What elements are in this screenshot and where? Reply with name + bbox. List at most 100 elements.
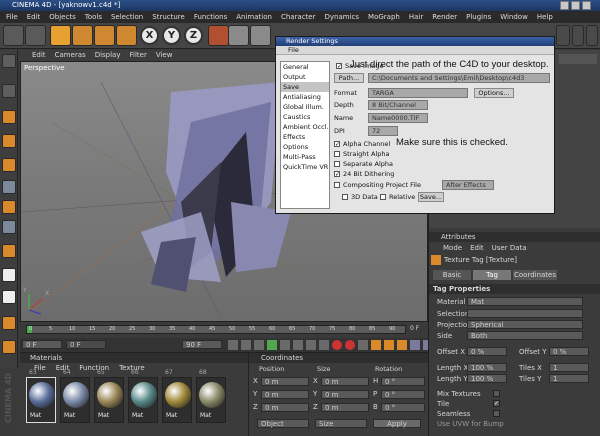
previous-frame-icon[interactable] — [254, 340, 264, 350]
save-button[interactable]: Save... — [418, 192, 444, 202]
axis-mode-icon[interactable] — [2, 180, 16, 194]
attributes-menu-edit[interactable]: Edit — [470, 243, 484, 253]
name-select[interactable]: Name0000.TIF — [368, 113, 428, 123]
go-to-end-icon[interactable] — [306, 340, 316, 350]
compositing-app-select[interactable]: After Effects — [442, 180, 494, 190]
go-to-start-icon[interactable] — [228, 340, 238, 350]
object-mode-icon[interactable] — [2, 84, 16, 98]
relative-checkbox[interactable] — [380, 194, 386, 200]
menu-tools[interactable]: Tools — [85, 13, 102, 21]
settings-icon[interactable] — [586, 25, 598, 46]
selection-field[interactable] — [467, 309, 583, 318]
live-select-icon[interactable] — [50, 25, 71, 46]
close-icon[interactable] — [582, 1, 591, 10]
timeline-track[interactable]: 0 5 10 15 20 25 30 35 40 45 50 55 60 65 70 75 80 85 90 — [26, 325, 406, 334]
menu-plugins[interactable]: Plugins — [466, 13, 491, 21]
separate-alpha-checkbox[interactable] — [334, 161, 340, 167]
points-mode-icon[interactable] — [2, 110, 16, 124]
minimize-icon[interactable] — [560, 1, 569, 10]
path-button[interactable]: Path... — [334, 73, 364, 83]
size-field[interactable]: 0 m — [321, 403, 369, 412]
scale-key-icon[interactable] — [384, 340, 394, 350]
tile-checkbox[interactable]: ✓ — [493, 400, 500, 407]
checker-icon[interactable] — [2, 268, 16, 282]
rotation-field[interactable]: 0 ° — [381, 403, 425, 412]
loop-icon[interactable] — [319, 340, 329, 350]
seamless-checkbox[interactable] — [493, 410, 500, 417]
viewport-menu-view[interactable]: View — [156, 50, 173, 61]
material-thumbnail[interactable]: 67 Mat — [162, 369, 192, 423]
rotate-icon[interactable] — [116, 25, 137, 46]
texture-mode-icon[interactable] — [2, 200, 16, 214]
material-thumbnail[interactable]: 66 Mat — [128, 369, 158, 423]
render-category-item[interactable]: General — [281, 62, 329, 72]
search-icon[interactable] — [556, 25, 570, 46]
menu-selection[interactable]: Selection — [111, 13, 143, 21]
rotation-field[interactable]: 0 ° — [381, 377, 425, 386]
length-x-field[interactable]: 100 % — [467, 363, 507, 372]
size-field[interactable]: 0 m — [321, 377, 369, 386]
mix-textures-checkbox[interactable] — [493, 390, 500, 397]
straight-alpha-checkbox[interactable] — [334, 151, 340, 157]
material-thumbnail[interactable]: 64 Mat — [60, 369, 90, 423]
menu-edit[interactable]: Edit — [27, 13, 41, 21]
menu-render[interactable]: Render — [432, 13, 457, 21]
axis-y-button[interactable]: Y — [162, 26, 181, 45]
dithering-checkbox[interactable]: ✓ — [334, 171, 340, 178]
tab-basic[interactable]: Basic — [433, 270, 471, 280]
dpi-field[interactable]: 72 — [368, 126, 398, 136]
next-frame-icon[interactable] — [280, 340, 290, 350]
render-view-icon[interactable] — [228, 25, 249, 46]
menu-window[interactable]: Window — [500, 13, 528, 21]
grid-icon[interactable] — [2, 290, 16, 304]
render-category-item[interactable]: Caustics — [281, 112, 329, 122]
viewport-menu-filter[interactable]: Filter — [130, 50, 147, 61]
render-category-item[interactable]: Save — [281, 82, 329, 92]
position-field[interactable]: 0 m — [261, 377, 309, 386]
redo-icon[interactable] — [25, 25, 46, 46]
polygons-mode-icon[interactable] — [2, 158, 16, 172]
offset-y-field[interactable]: 0 % — [549, 347, 589, 356]
model-mode-icon[interactable] — [2, 54, 16, 68]
paint-icon[interactable] — [2, 340, 16, 354]
attributes-menu-user-data[interactable]: User Data — [492, 243, 527, 253]
keyframe-selection-icon[interactable] — [358, 340, 368, 350]
undo-icon[interactable] — [3, 25, 24, 46]
options-button[interactable]: Options... — [474, 88, 514, 98]
coordinate-mode-select[interactable]: Object — [257, 419, 309, 428]
preview-start-field[interactable]: 0 F — [66, 340, 106, 349]
menu-file[interactable]: File — [6, 13, 18, 21]
save-image-checkbox[interactable]: ✓ — [336, 63, 342, 70]
viewport-menu-cameras[interactable]: Cameras — [55, 50, 86, 61]
position-key-icon[interactable] — [371, 340, 381, 350]
viewport-menu-edit[interactable]: Edit — [32, 50, 46, 61]
maximize-icon[interactable] — [571, 1, 580, 10]
previous-key-icon[interactable] — [241, 340, 251, 350]
menu-help[interactable]: Help — [537, 13, 553, 21]
menu-character[interactable]: Character — [281, 13, 316, 21]
world-coordinate-icon[interactable] — [208, 25, 229, 46]
render-category-item[interactable]: Effects — [281, 132, 329, 142]
attributes-menu-mode[interactable]: Mode — [443, 243, 462, 253]
projection-select[interactable]: Spherical — [467, 320, 583, 329]
3d-data-checkbox[interactable] — [342, 194, 348, 200]
axis-x-button[interactable]: X — [140, 26, 159, 45]
side-select[interactable]: Both — [467, 331, 583, 340]
material-thumbnail[interactable]: 63 Mat — [26, 369, 56, 423]
material-thumbnail[interactable]: 65 Mat — [94, 369, 124, 423]
alpha-channel-checkbox[interactable]: ✓ — [334, 141, 340, 148]
record-icon[interactable] — [332, 340, 342, 350]
tiles-y-field[interactable]: 1 — [549, 374, 589, 383]
size-field[interactable]: 0 m — [321, 390, 369, 399]
sculpt-icon[interactable] — [2, 316, 16, 330]
format-select[interactable]: TARGA — [368, 88, 468, 98]
render-category-item[interactable]: Options — [281, 142, 329, 152]
rotation-field[interactable]: 0 ° — [381, 390, 425, 399]
render-category-item[interactable]: Multi-Pass — [281, 152, 329, 162]
render-settings-menu-file[interactable]: File — [276, 46, 554, 55]
menu-dynamics[interactable]: Dynamics — [325, 13, 360, 21]
render-category-item[interactable]: Output — [281, 72, 329, 82]
axis-z-button[interactable]: Z — [184, 26, 203, 45]
render-category-item[interactable]: Ambient Occl. — [281, 122, 329, 132]
menu-mograph[interactable]: MoGraph — [368, 13, 400, 21]
